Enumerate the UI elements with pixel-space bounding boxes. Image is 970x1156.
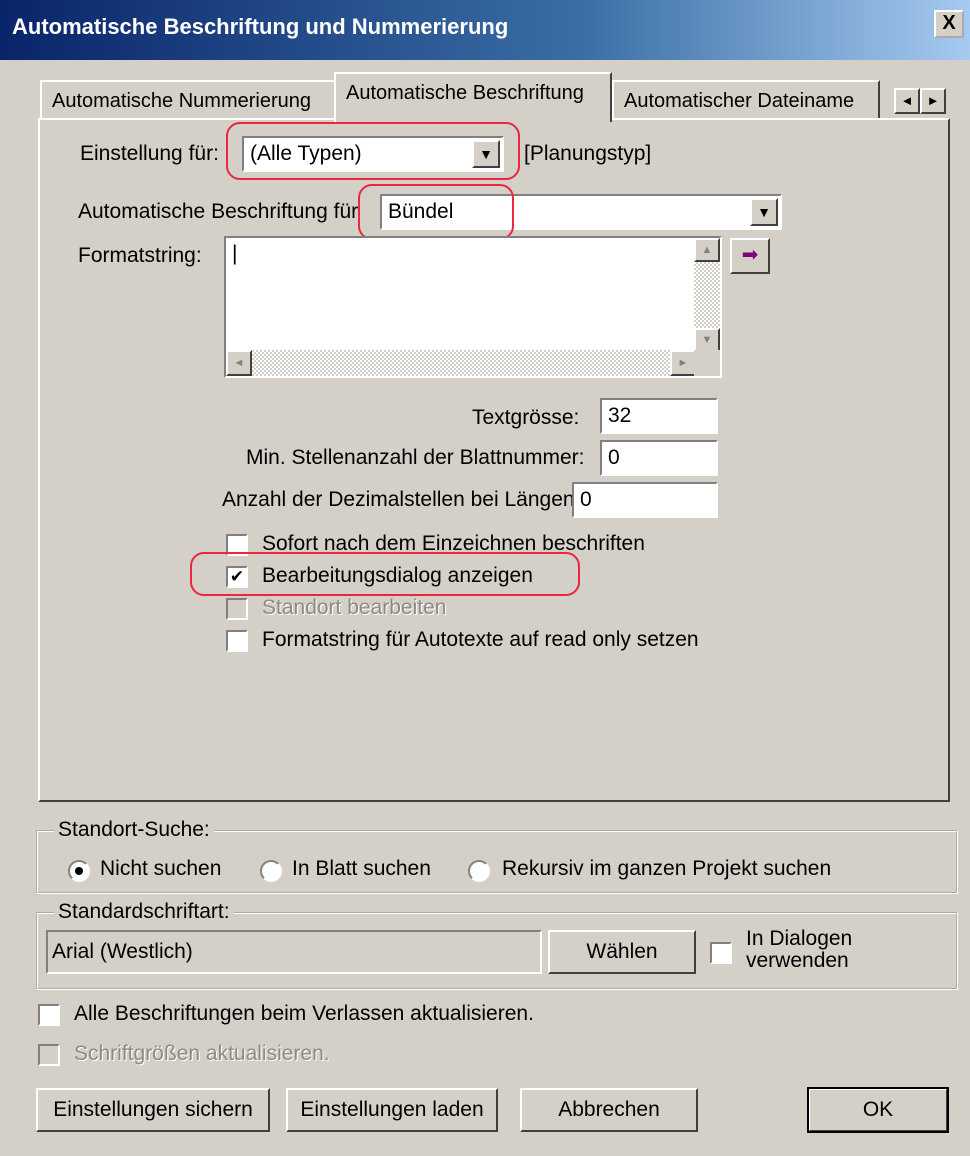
standardschriftart-legend: Standardschriftart:	[54, 900, 234, 924]
radio-rekursiv-suchen[interactable]	[468, 860, 490, 882]
tab-automatischer-dateiname[interactable]: Automatischer Dateiname	[612, 80, 880, 120]
tab-scroll-left-button[interactable]: ◄	[894, 88, 920, 114]
standort-suche-group: Standort-Suche: Nicht suchen In Blatt su…	[36, 818, 958, 894]
close-button[interactable]: X	[934, 10, 964, 38]
textgroesse-input[interactable]: 32	[600, 398, 718, 434]
close-icon: X	[942, 12, 956, 34]
dezimal-input[interactable]: 0	[572, 482, 718, 518]
formatstring-readonly-label: Formatstring für Autotexte auf read only…	[262, 628, 699, 651]
einstellungen-sichern-button[interactable]: Einstellungen sichern	[36, 1088, 270, 1132]
bearbeitungsdialog-label: Bearbeitungsdialog anzeigen	[262, 564, 533, 587]
radio-in-blatt-suchen-label: In Blatt suchen	[292, 857, 431, 880]
in-dialogen-line2: verwenden	[746, 949, 849, 972]
vertical-scrollbar[interactable]: ▲ ▼	[694, 238, 720, 352]
abbrechen-button[interactable]: Abbrechen	[520, 1088, 698, 1132]
scroll-down-icon[interactable]: ▼	[694, 328, 720, 352]
radio-nicht-suchen[interactable]	[68, 860, 90, 882]
window-title: Automatische Beschriftung und Nummerieru…	[12, 14, 509, 39]
schriftart-value: Arial (Westlich)	[52, 940, 193, 963]
bearbeitungsdialog-checkbox[interactable]: ✔	[226, 566, 248, 588]
checkmark-icon: ✔	[229, 567, 245, 586]
standardschriftart-group: Standardschriftart: Arial (Westlich) Wäh…	[36, 900, 958, 990]
dezimal-label: Anzahl der Dezimalstellen bei Längen:	[222, 488, 581, 511]
waehlen-label: Wählen	[586, 940, 658, 963]
min-stellen-label: Min. Stellenanzahl der Blattnummer:	[246, 446, 585, 469]
scrollbar-corner	[694, 350, 720, 376]
ok-label: OK	[862, 1098, 894, 1121]
arrow-right-icon: ➡	[741, 244, 759, 266]
waehlen-button[interactable]: Wählen	[548, 930, 696, 974]
radio-nicht-suchen-label: Nicht suchen	[100, 857, 222, 880]
chevron-down-icon[interactable]: ▼	[472, 140, 500, 168]
in-dialogen-verwenden-checkbox[interactable]	[710, 942, 732, 964]
tab-automatische-nummerierung[interactable]: Automatische Nummerierung	[40, 80, 336, 120]
in-dialogen-line1: In Dialogen	[746, 927, 853, 950]
schriftgroessen-checkbox	[38, 1044, 60, 1066]
radio-rekursiv-suchen-label: Rekursiv im ganzen Projekt suchen	[502, 857, 832, 880]
beschriftung-fuer-combobox[interactable]: Bündel ▼	[380, 194, 782, 230]
min-stellen-value: 0	[608, 446, 620, 469]
dezimal-value: 0	[580, 488, 592, 511]
scroll-left-icon[interactable]: ◄	[226, 350, 252, 376]
radio-in-blatt-suchen[interactable]	[260, 860, 282, 882]
chevron-down-icon[interactable]: ▼	[750, 198, 778, 226]
schriftart-display: Arial (Westlich)	[46, 930, 542, 974]
scroll-up-icon[interactable]: ▲	[694, 238, 720, 262]
formatstring-textarea[interactable]: | ▲ ▼ ◄ ►	[224, 236, 722, 378]
tab-label: Automatische Beschriftung	[346, 82, 584, 104]
tab-automatische-beschriftung[interactable]: Automatische Beschriftung	[334, 72, 612, 122]
textgroesse-value: 32	[608, 404, 632, 427]
textgroesse-label: Textgrösse:	[472, 406, 580, 429]
schriftgroessen-label: Schriftgrößen aktualisieren.	[74, 1042, 330, 1065]
tab-label: Automatische Nummerierung	[52, 90, 311, 112]
scroll-right-icon[interactable]: ►	[670, 350, 696, 376]
min-stellen-input[interactable]: 0	[600, 440, 718, 476]
text-cursor: |	[232, 242, 238, 265]
einstellungen-laden-button[interactable]: Einstellungen laden	[286, 1088, 498, 1132]
alle-aktualisieren-label: Alle Beschriftungen beim Verlassen aktua…	[74, 1002, 534, 1025]
abbrechen-label: Abbrechen	[558, 1098, 660, 1121]
einstellung-label: Einstellung für:	[80, 142, 219, 165]
title-bar: Automatische Beschriftung und Nummerieru…	[0, 0, 970, 60]
tab-panel-automatische-beschriftung: Einstellung für: (Alle Typen) ▼ [Planung…	[38, 118, 950, 802]
tab-label: Automatischer Dateiname	[624, 90, 855, 112]
standort-bearbeiten-checkbox	[226, 598, 248, 620]
insert-arrow-button[interactable]: ➡	[730, 238, 770, 274]
beschriftung-fuer-value: Bündel	[388, 200, 454, 223]
einstellungen-laden-label: Einstellungen laden	[300, 1098, 484, 1121]
standort-bearbeiten-label: Standort bearbeiten	[262, 596, 447, 619]
in-dialogen-verwenden-label: In Dialogen verwenden	[746, 928, 852, 972]
standort-suche-legend: Standort-Suche:	[54, 818, 214, 842]
einstellungen-sichern-label: Einstellungen sichern	[53, 1098, 253, 1121]
arrow-right-icon: ►	[926, 93, 940, 108]
ok-button[interactable]: OK	[807, 1087, 949, 1133]
alle-aktualisieren-checkbox[interactable]	[38, 1004, 60, 1026]
tab-scroll-right-button[interactable]: ►	[920, 88, 946, 114]
formatstring-readonly-checkbox[interactable]	[226, 630, 248, 652]
horizontal-scrollbar[interactable]: ◄ ►	[226, 350, 696, 376]
planungstyp-label: [Planungstyp]	[524, 142, 652, 165]
sofort-beschriften-label: Sofort nach dem Einzeichnen beschriften	[262, 532, 645, 555]
beschriftung-fuer-label: Automatische Beschriftung für	[78, 200, 359, 223]
formatstring-label: Formatstring:	[78, 244, 202, 267]
sofort-beschriften-checkbox[interactable]	[226, 534, 248, 556]
einstellung-combobox[interactable]: (Alle Typen) ▼	[242, 136, 504, 172]
arrow-left-icon: ◄	[900, 93, 914, 108]
einstellung-value: (Alle Typen)	[250, 142, 362, 165]
